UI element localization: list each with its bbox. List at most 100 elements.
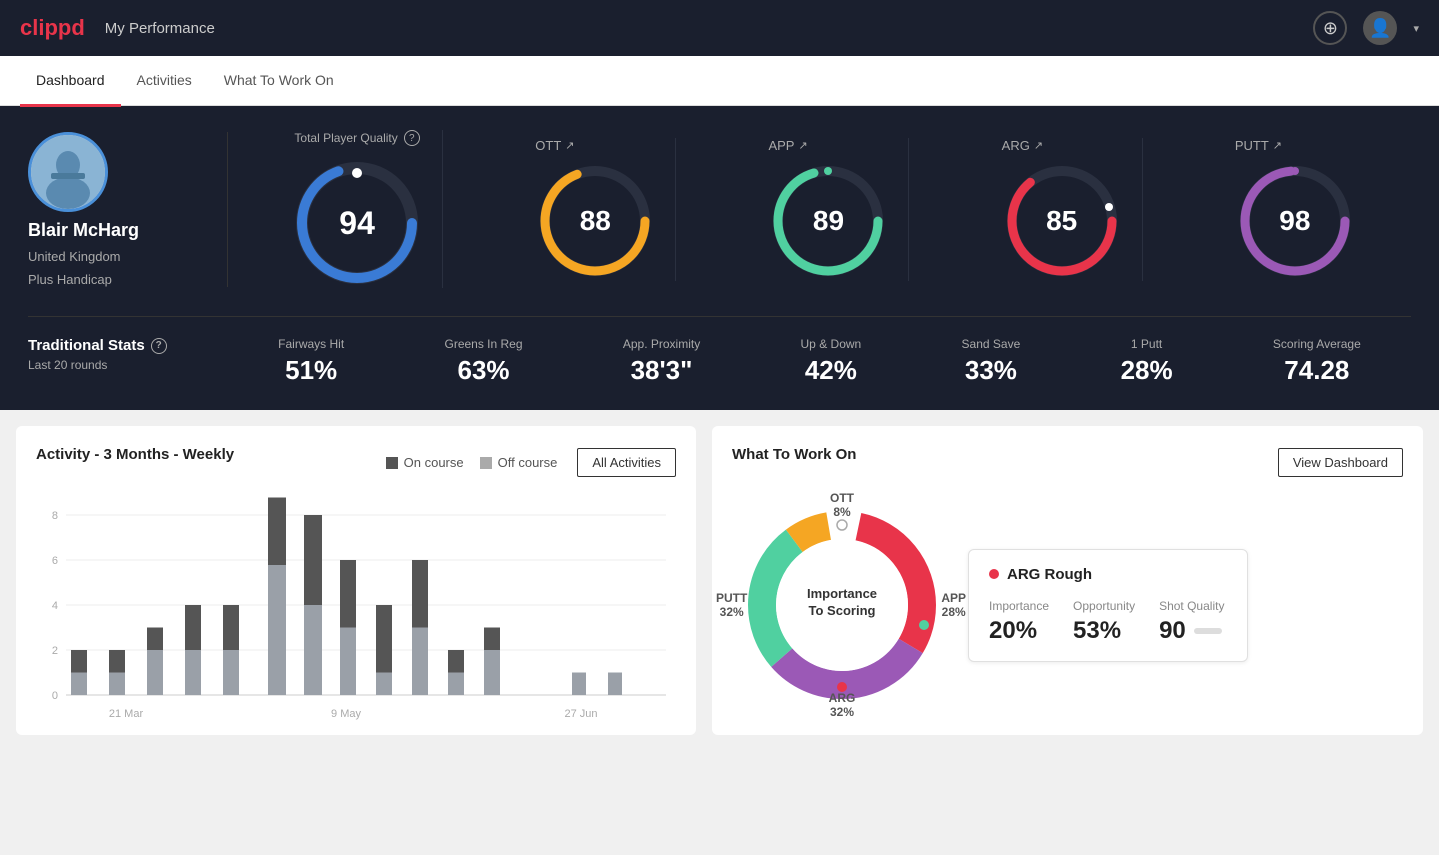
detail-card: ARG Rough Importance 20% Opportunity 53%… bbox=[968, 549, 1248, 662]
player-quality-row: Blair McHarg United Kingdom Plus Handica… bbox=[28, 130, 1411, 317]
stat-proximity: App. Proximity 38'3" bbox=[623, 337, 700, 386]
logo-text: clippd bbox=[20, 15, 85, 41]
stats-sublabel: Last 20 rounds bbox=[28, 358, 200, 372]
svg-text:27 Jun: 27 Jun bbox=[564, 708, 597, 720]
player-info: Blair McHarg United Kingdom Plus Handica… bbox=[28, 132, 228, 287]
gauge-ott: 88 bbox=[535, 161, 655, 281]
header-left: clippd My Performance bbox=[20, 15, 215, 41]
tab-activities[interactable]: Activities bbox=[121, 57, 208, 107]
player-country: United Kingdom bbox=[28, 249, 121, 264]
legend-dot-off bbox=[480, 457, 492, 469]
svg-text:2: 2 bbox=[52, 645, 58, 657]
legend-off-course: Off course bbox=[480, 455, 558, 470]
user-avatar[interactable]: 👤 bbox=[1363, 11, 1397, 45]
player-avatar bbox=[28, 132, 108, 212]
arrow-icon-arg: ↗ bbox=[1034, 139, 1043, 152]
label-arg: ARG 32% bbox=[829, 691, 856, 719]
gauge-tpq: 94 bbox=[292, 158, 422, 288]
gauge-value-putt: 98 bbox=[1279, 205, 1310, 237]
svg-text:Importance: Importance bbox=[807, 586, 877, 601]
donut-wrap: Importance To Scoring OTT 8% APP 28% ARG… bbox=[732, 495, 952, 715]
metric-shot-quality: Shot Quality 90 bbox=[1159, 599, 1224, 645]
quality-item-tpq: Total Player Quality ? 94 bbox=[264, 130, 443, 288]
chart-area: 8 6 4 2 0 bbox=[36, 495, 676, 715]
header-right: ⊕ 👤 ▾ bbox=[1313, 11, 1419, 45]
svg-text:9 May: 9 May bbox=[331, 708, 361, 720]
header-title: My Performance bbox=[105, 20, 215, 37]
svg-text:6: 6 bbox=[52, 555, 58, 567]
stat-scoring: Scoring Average 74.28 bbox=[1273, 337, 1361, 386]
stat-oneputt: 1 Putt 28% bbox=[1121, 337, 1173, 386]
player-photo bbox=[31, 135, 105, 209]
plus-icon: ⊕ bbox=[1323, 18, 1338, 39]
work-content: Importance To Scoring OTT 8% APP 28% ARG… bbox=[732, 495, 1403, 715]
quality-label-arg: ARG ↗ bbox=[1002, 138, 1043, 153]
help-icon-stats[interactable]: ? bbox=[151, 338, 167, 354]
gauge-value-app: 89 bbox=[813, 205, 844, 237]
logo: clippd bbox=[20, 15, 85, 41]
add-button[interactable]: ⊕ bbox=[1313, 11, 1347, 45]
shot-quality-bar bbox=[1194, 628, 1222, 634]
arrow-icon-app: ↗ bbox=[798, 139, 807, 152]
tabs-bar: Dashboard Activities What To Work On bbox=[0, 56, 1439, 106]
work-title: What To Work On bbox=[732, 446, 856, 463]
gauge-app: 89 bbox=[768, 161, 888, 281]
detail-metrics: Importance 20% Opportunity 53% Shot Qual… bbox=[989, 599, 1227, 645]
svg-text:To Scoring: To Scoring bbox=[809, 603, 876, 618]
quality-item-putt: PUTT ↗ 98 bbox=[1215, 138, 1375, 281]
quality-charts: Total Player Quality ? 94 OTT ↗ bbox=[228, 130, 1411, 288]
view-dashboard-button[interactable]: View Dashboard bbox=[1278, 448, 1403, 477]
label-app: APP 28% bbox=[941, 591, 966, 619]
gauge-value-ott: 88 bbox=[580, 205, 611, 237]
quality-item-app: APP ↗ 89 bbox=[748, 138, 909, 281]
stats-row: Traditional Stats ? Last 20 rounds Fairw… bbox=[28, 317, 1411, 386]
activity-legend: On course Off course bbox=[386, 455, 558, 470]
arrow-icon-putt: ↗ bbox=[1273, 139, 1282, 152]
gauge-value-tpq: 94 bbox=[339, 205, 375, 242]
donut-svg: Importance To Scoring bbox=[732, 495, 952, 715]
arrow-icon-ott: ↗ bbox=[565, 139, 574, 152]
tab-dashboard[interactable]: Dashboard bbox=[20, 57, 121, 107]
svg-text:4: 4 bbox=[52, 600, 58, 612]
top-section: Blair McHarg United Kingdom Plus Handica… bbox=[0, 106, 1439, 410]
work-header: What To Work On View Dashboard bbox=[732, 446, 1403, 479]
svg-text:0: 0 bbox=[52, 690, 58, 702]
quality-label-putt: PUTT ↗ bbox=[1235, 138, 1282, 153]
header: clippd My Performance ⊕ 👤 ▾ bbox=[0, 0, 1439, 56]
stat-gir: Greens In Reg 63% bbox=[444, 337, 522, 386]
chevron-down-icon: ▾ bbox=[1413, 22, 1419, 35]
label-ott: OTT 8% bbox=[830, 491, 854, 519]
bottom-section: Activity - 3 Months - Weekly On course O… bbox=[0, 410, 1439, 751]
svg-text:8: 8 bbox=[52, 510, 58, 522]
quality-label-app: APP ↗ bbox=[768, 138, 807, 153]
activity-panel: Activity - 3 Months - Weekly On course O… bbox=[16, 426, 696, 735]
player-handicap: Plus Handicap bbox=[28, 272, 112, 287]
activity-chart-svg: 8 6 4 2 0 bbox=[36, 495, 676, 725]
stat-sandsave: Sand Save 33% bbox=[962, 337, 1021, 386]
label-putt: PUTT 32% bbox=[716, 591, 747, 619]
all-activities-button[interactable]: All Activities bbox=[577, 448, 676, 477]
gauge-putt: 98 bbox=[1235, 161, 1355, 281]
stats-label: Traditional Stats ? bbox=[28, 337, 200, 354]
gauge-value-arg: 85 bbox=[1046, 205, 1077, 237]
help-icon-tpq[interactable]: ? bbox=[404, 130, 420, 146]
tpq-label: Total Player Quality ? bbox=[294, 130, 419, 146]
work-panel: What To Work On View Dashboard bbox=[712, 426, 1423, 735]
activity-title: Activity - 3 Months - Weekly bbox=[36, 446, 234, 463]
stat-fairways: Fairways Hit 51% bbox=[278, 337, 344, 386]
quality-label-ott: OTT ↗ bbox=[535, 138, 574, 153]
quality-item-arg: ARG ↗ 85 bbox=[982, 138, 1143, 281]
tab-what-to-work-on[interactable]: What To Work On bbox=[208, 57, 350, 107]
legend-on-course: On course bbox=[386, 455, 464, 470]
quality-item-ott: OTT ↗ 88 bbox=[515, 138, 676, 281]
detail-card-title: ARG Rough bbox=[989, 566, 1227, 583]
metric-opportunity: Opportunity 53% bbox=[1073, 599, 1135, 645]
legend-dot-on bbox=[386, 457, 398, 469]
player-name: Blair McHarg bbox=[28, 220, 139, 241]
activity-header: Activity - 3 Months - Weekly On course O… bbox=[36, 446, 676, 479]
svg-text:21 Mar: 21 Mar bbox=[109, 708, 144, 720]
metric-importance: Importance 20% bbox=[989, 599, 1049, 645]
stats-label-col: Traditional Stats ? Last 20 rounds bbox=[28, 337, 228, 372]
stat-updown: Up & Down 42% bbox=[801, 337, 862, 386]
gauge-arg: 85 bbox=[1002, 161, 1122, 281]
